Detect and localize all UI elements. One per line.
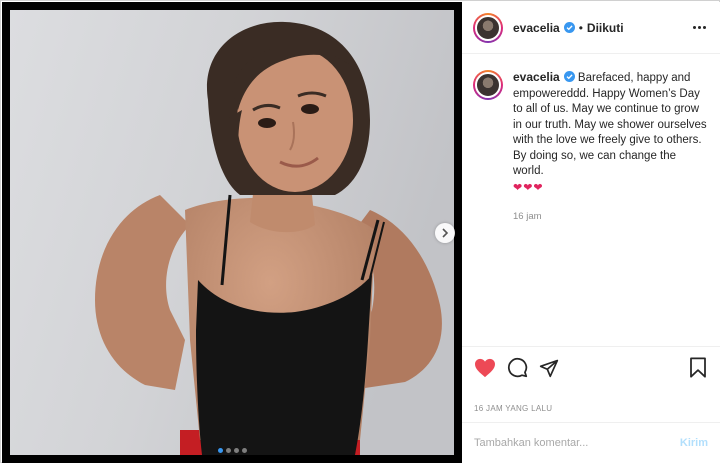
avatar[interactable] [473, 70, 503, 100]
carousel-next-button[interactable] [435, 223, 455, 243]
save-button[interactable] [686, 356, 710, 380]
caption-time: 16 jam [513, 211, 542, 222]
carousel-dot [233, 448, 239, 453]
caption: evacelia Barefaced, happy and empoweredd… [513, 70, 708, 346]
carousel-indicator [2, 448, 462, 453]
heart-icon [475, 358, 495, 377]
like-button[interactable] [473, 356, 497, 380]
share-icon [539, 359, 559, 377]
post-photo [10, 10, 454, 455]
comment-icon [507, 357, 527, 378]
share-button[interactable] [537, 356, 561, 380]
caption-text: Barefaced, happy and empowereddd. Happy … [513, 72, 707, 177]
verified-badge-icon [563, 22, 575, 33]
post-header: evacelia • Diikuti [462, 2, 720, 54]
avatar[interactable] [473, 12, 503, 43]
carousel-dot [217, 448, 223, 453]
verified-badge-icon [563, 71, 575, 82]
action-bar [462, 346, 720, 388]
caption-hearts: ❤❤❤ [513, 181, 544, 194]
follow-status[interactable]: Diikuti [587, 21, 624, 35]
woman-portrait-image [10, 10, 454, 455]
post-timestamp: 16 JAM YANG LALU [474, 404, 553, 413]
post-comment-button[interactable]: Kirim [680, 437, 708, 449]
carousel-dot [225, 448, 231, 453]
post-media[interactable] [2, 2, 462, 463]
post-sidebar: evacelia • Diikuti evacelia Barefaced, h… [462, 2, 720, 463]
comment-form: Kirim [462, 422, 720, 463]
bookmark-icon [690, 357, 706, 378]
comment-button[interactable] [505, 356, 529, 380]
instagram-post: evacelia • Diikuti evacelia Barefaced, h… [0, 0, 720, 463]
header-separator: • [578, 20, 583, 35]
comment-input[interactable] [474, 437, 680, 449]
more-options-icon[interactable] [693, 26, 706, 29]
header-username[interactable]: evacelia [513, 21, 560, 35]
chevron-right-icon [442, 228, 449, 238]
carousel-dot [241, 448, 247, 453]
caption-username[interactable]: evacelia [513, 70, 560, 84]
caption-section: evacelia Barefaced, happy and empoweredd… [462, 54, 720, 346]
